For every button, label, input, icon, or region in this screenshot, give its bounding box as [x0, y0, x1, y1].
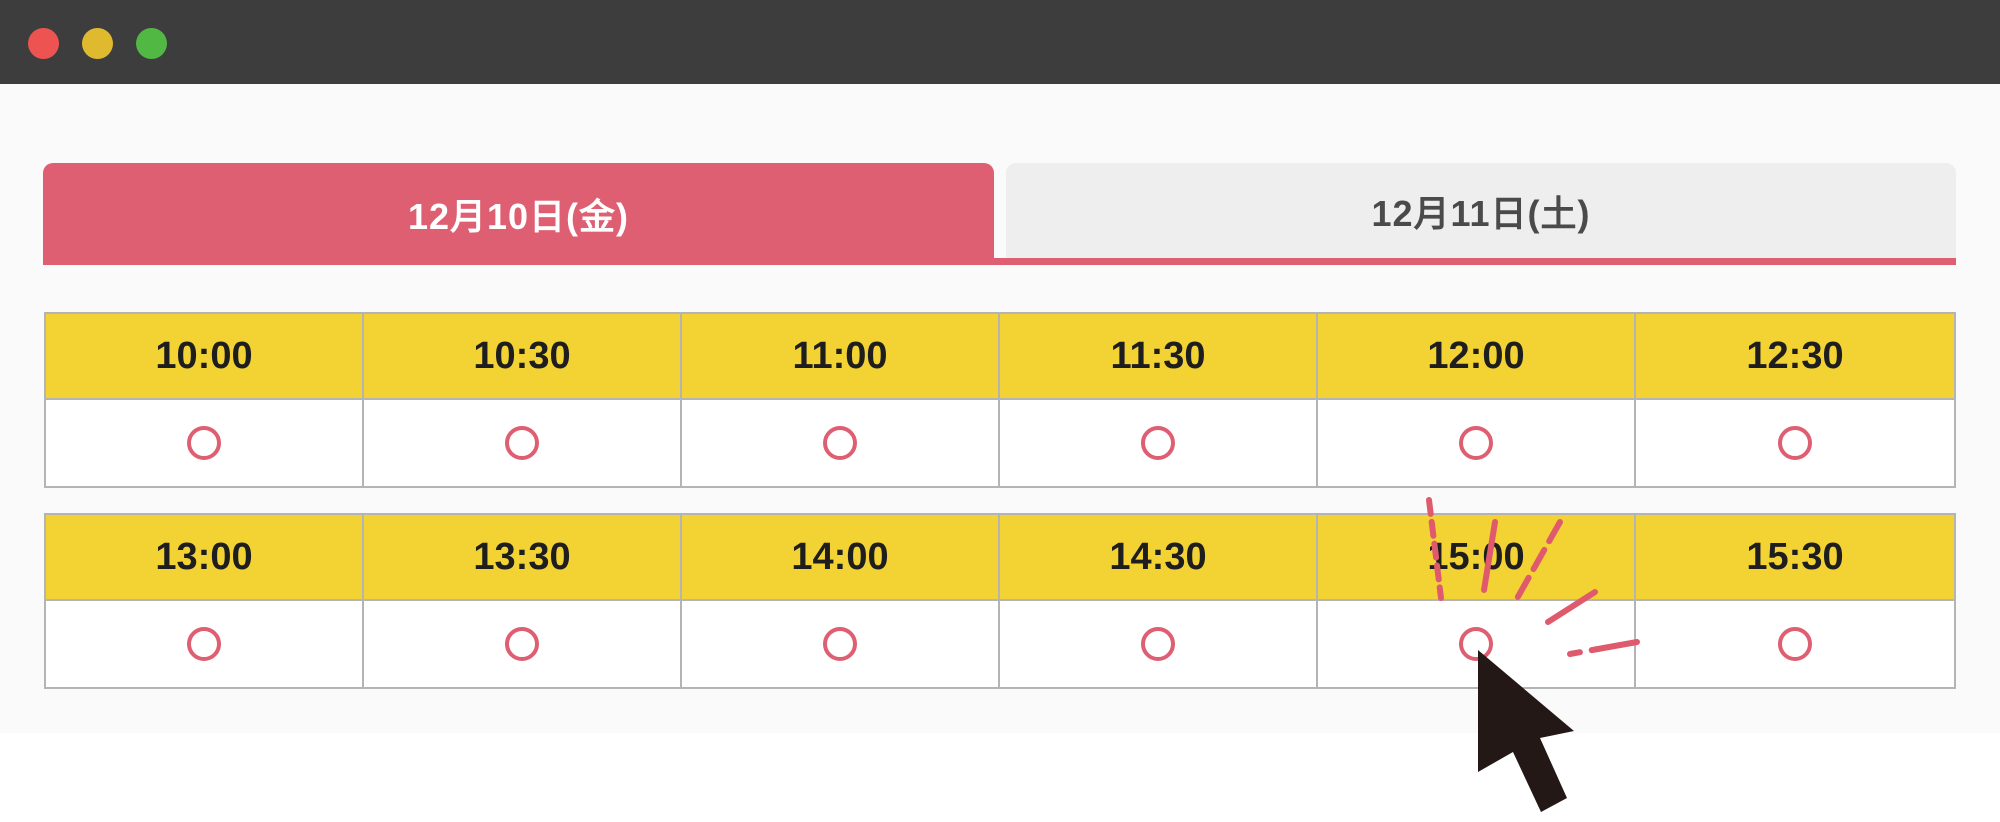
- slot-10-00[interactable]: [46, 400, 364, 486]
- slot-12-00[interactable]: [1318, 400, 1636, 486]
- time-header: 12:00: [1318, 314, 1636, 400]
- available-circle-icon: [187, 627, 221, 661]
- time-header: 14:00: [682, 515, 1000, 601]
- minimize-button[interactable]: [82, 28, 113, 59]
- available-circle-icon: [1141, 426, 1175, 460]
- available-circle-icon: [1141, 627, 1175, 661]
- time-header: 15:00: [1318, 515, 1636, 601]
- available-circle-icon: [823, 426, 857, 460]
- time-header: 12:30: [1636, 314, 1954, 400]
- slot-14-00[interactable]: [682, 601, 1000, 687]
- time-header: 10:30: [364, 314, 682, 400]
- available-circle-icon: [1778, 426, 1812, 460]
- time-header: 13:00: [46, 515, 364, 601]
- available-circle-icon: [1778, 627, 1812, 661]
- available-circle-icon: [823, 627, 857, 661]
- available-circle-icon: [505, 627, 539, 661]
- maximize-button[interactable]: [136, 28, 167, 59]
- slot-11-00[interactable]: [682, 400, 1000, 486]
- slot-12-30[interactable]: [1636, 400, 1954, 486]
- time-slot-grid-morning: 10:00 10:30 11:00 11:30 12:00 12:30: [44, 312, 1956, 488]
- slot-13-00[interactable]: [46, 601, 364, 687]
- time-header: 13:30: [364, 515, 682, 601]
- slot-11-30[interactable]: [1000, 400, 1318, 486]
- time-header: 14:30: [1000, 515, 1318, 601]
- title-bar: [0, 0, 2000, 84]
- time-header: 11:00: [682, 314, 1000, 400]
- slot-14-30[interactable]: [1000, 601, 1318, 687]
- app-window: 12月10日(金) 12月11日(土) 10:00 10:30 11:00 11…: [0, 0, 2000, 733]
- time-header: 11:30: [1000, 314, 1318, 400]
- available-circle-icon: [187, 426, 221, 460]
- time-header: 15:30: [1636, 515, 1954, 601]
- tab-dec-10[interactable]: 12月10日(金): [43, 163, 994, 265]
- time-slot-grid-afternoon: 13:00 13:30 14:00 14:30 15:00 15:30: [44, 513, 1956, 689]
- slot-15-00[interactable]: [1318, 601, 1636, 687]
- slot-15-30[interactable]: [1636, 601, 1954, 687]
- available-circle-icon: [1459, 627, 1493, 661]
- tab-dec-11[interactable]: 12月11日(土): [1006, 163, 1956, 258]
- time-header: 10:00: [46, 314, 364, 400]
- available-circle-icon: [1459, 426, 1493, 460]
- slot-10-30[interactable]: [364, 400, 682, 486]
- available-circle-icon: [505, 426, 539, 460]
- close-button[interactable]: [28, 28, 59, 59]
- date-tabs: 12月10日(金) 12月11日(土): [43, 163, 1956, 265]
- slot-13-30[interactable]: [364, 601, 682, 687]
